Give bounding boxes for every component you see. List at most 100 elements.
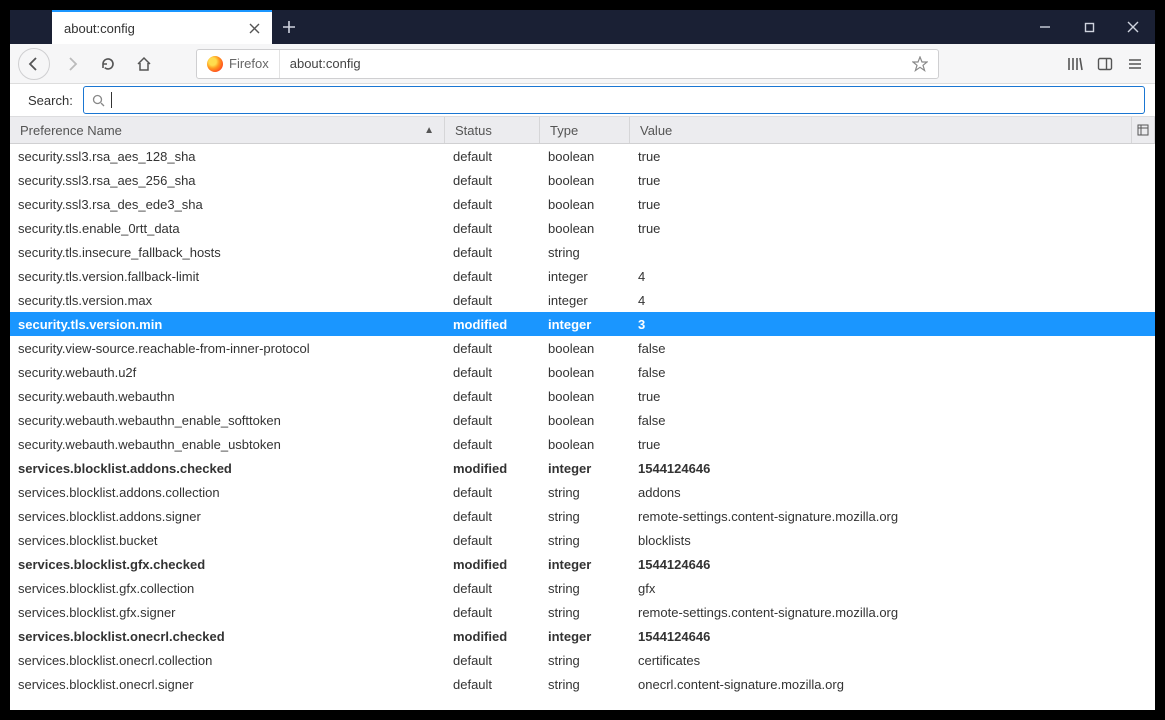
cell-value: true (630, 437, 1155, 452)
cell-value: 1544124646 (630, 461, 1155, 476)
col-header-status[interactable]: Status (445, 117, 540, 143)
cell-value: gfx (630, 581, 1155, 596)
cell-name: security.tls.version.fallback-limit (10, 269, 445, 284)
col-header-type[interactable]: Type (540, 117, 630, 143)
cell-value: false (630, 341, 1155, 356)
table-row[interactable]: services.blocklist.gfx.signerdefaultstri… (10, 600, 1155, 624)
table-row[interactable]: security.view-source.reachable-from-inne… (10, 336, 1155, 360)
tab-active[interactable]: about:config (52, 10, 272, 44)
cell-name: security.webauth.u2f (10, 365, 445, 380)
close-window-button[interactable] (1111, 10, 1155, 44)
sidebar-icon[interactable] (1097, 56, 1113, 72)
cell-type: integer (540, 461, 630, 476)
cell-value: blocklists (630, 533, 1155, 548)
cell-status: default (445, 365, 540, 380)
reload-button[interactable] (94, 50, 122, 78)
cell-name: services.blocklist.onecrl.checked (10, 629, 445, 644)
table-row[interactable]: services.blocklist.gfx.checkedmodifiedin… (10, 552, 1155, 576)
window-controls (1023, 10, 1155, 44)
new-tab-button[interactable] (272, 10, 306, 44)
cell-type: string (540, 581, 630, 596)
forward-button[interactable] (58, 50, 86, 78)
cell-type: integer (540, 317, 630, 332)
cell-type: boolean (540, 221, 630, 236)
url-text[interactable]: about:config (280, 56, 908, 71)
col-header-value[interactable]: Value (630, 117, 1131, 143)
bookmark-star-icon[interactable] (908, 52, 932, 76)
cell-status: default (445, 509, 540, 524)
table-body[interactable]: security.ssl3.rsa_aes_128_shadefaultbool… (10, 144, 1155, 710)
cell-status: default (445, 173, 540, 188)
cell-name: services.blocklist.gfx.collection (10, 581, 445, 596)
home-button[interactable] (130, 50, 158, 78)
cell-value: true (630, 173, 1155, 188)
back-button[interactable] (18, 48, 50, 80)
cell-value: certificates (630, 653, 1155, 668)
table-row[interactable]: services.blocklist.addons.signerdefaults… (10, 504, 1155, 528)
table-row[interactable]: security.ssl3.rsa_aes_256_shadefaultbool… (10, 168, 1155, 192)
table-row[interactable]: security.webauth.webauthn_enable_usbtoke… (10, 432, 1155, 456)
table-row[interactable]: security.webauth.webauthndefaultbooleant… (10, 384, 1155, 408)
minimize-button[interactable] (1023, 10, 1067, 44)
cell-type: string (540, 485, 630, 500)
filter-input[interactable] (83, 86, 1145, 114)
cell-status: default (445, 221, 540, 236)
cell-name: security.tls.version.max (10, 293, 445, 308)
cell-name: security.tls.enable_0rtt_data (10, 221, 445, 236)
table-row[interactable]: security.webauth.webauthn_enable_softtok… (10, 408, 1155, 432)
identity-chip[interactable]: Firefox (197, 50, 280, 78)
col-header-name[interactable]: Preference Name ▲ (10, 117, 445, 143)
cell-value: false (630, 365, 1155, 380)
table-row[interactable]: security.tls.version.maxdefaultinteger4 (10, 288, 1155, 312)
cell-value: 4 (630, 269, 1155, 284)
cell-name: security.ssl3.rsa_aes_128_sha (10, 149, 445, 164)
filter-row: Search: (10, 84, 1155, 116)
cell-status: default (445, 581, 540, 596)
cell-value: true (630, 221, 1155, 236)
table-row[interactable]: security.webauth.u2fdefaultbooleanfalse (10, 360, 1155, 384)
table-row[interactable]: services.blocklist.onecrl.collectiondefa… (10, 648, 1155, 672)
cell-value: 1544124646 (630, 629, 1155, 644)
cell-status: default (445, 245, 540, 260)
cell-name: security.tls.version.min (10, 317, 445, 332)
close-tab-icon[interactable] (246, 20, 262, 36)
col-header-value-label: Value (640, 123, 672, 138)
titlebar-spacer (10, 10, 52, 44)
filter-label: Search: (28, 93, 73, 108)
cell-value: true (630, 197, 1155, 212)
table-row[interactable]: services.blocklist.addons.checkedmodifie… (10, 456, 1155, 480)
url-bar[interactable]: Firefox about:config (196, 49, 939, 79)
table-row[interactable]: security.tls.enable_0rtt_datadefaultbool… (10, 216, 1155, 240)
table-row[interactable]: services.blocklist.onecrl.checkedmodifie… (10, 624, 1155, 648)
pref-table: Preference Name ▲ Status Type Value secu… (10, 116, 1155, 710)
cell-name: services.blocklist.onecrl.signer (10, 677, 445, 692)
table-row[interactable]: security.ssl3.rsa_des_ede3_shadefaultboo… (10, 192, 1155, 216)
table-row[interactable]: security.tls.version.minmodifiedinteger3 (10, 312, 1155, 336)
cell-name: services.blocklist.onecrl.collection (10, 653, 445, 668)
maximize-button[interactable] (1067, 10, 1111, 44)
cell-name: services.blocklist.addons.signer (10, 509, 445, 524)
table-row[interactable]: security.tls.version.fallback-limitdefau… (10, 264, 1155, 288)
cell-status: default (445, 653, 540, 668)
library-icon[interactable] (1067, 56, 1083, 72)
cell-status: default (445, 677, 540, 692)
column-picker-icon[interactable] (1131, 117, 1155, 143)
cell-name: services.blocklist.gfx.checked (10, 557, 445, 572)
cell-type: string (540, 653, 630, 668)
table-row[interactable]: security.tls.insecure_fallback_hostsdefa… (10, 240, 1155, 264)
table-row[interactable]: services.blocklist.onecrl.signerdefaults… (10, 672, 1155, 696)
table-row[interactable]: services.blocklist.addons.collectiondefa… (10, 480, 1155, 504)
col-header-type-label: Type (550, 123, 578, 138)
cell-value: 1544124646 (630, 557, 1155, 572)
text-cursor (111, 92, 112, 108)
cell-status: default (445, 269, 540, 284)
table-row[interactable]: security.ssl3.rsa_aes_128_shadefaultbool… (10, 144, 1155, 168)
app-menu-icon[interactable] (1127, 56, 1143, 72)
cell-type: integer (540, 629, 630, 644)
cell-name: security.ssl3.rsa_aes_256_sha (10, 173, 445, 188)
cell-status: default (445, 485, 540, 500)
table-row[interactable]: services.blocklist.gfx.collectiondefault… (10, 576, 1155, 600)
cell-type: boolean (540, 149, 630, 164)
search-icon (92, 94, 105, 107)
table-row[interactable]: services.blocklist.bucketdefaultstringbl… (10, 528, 1155, 552)
